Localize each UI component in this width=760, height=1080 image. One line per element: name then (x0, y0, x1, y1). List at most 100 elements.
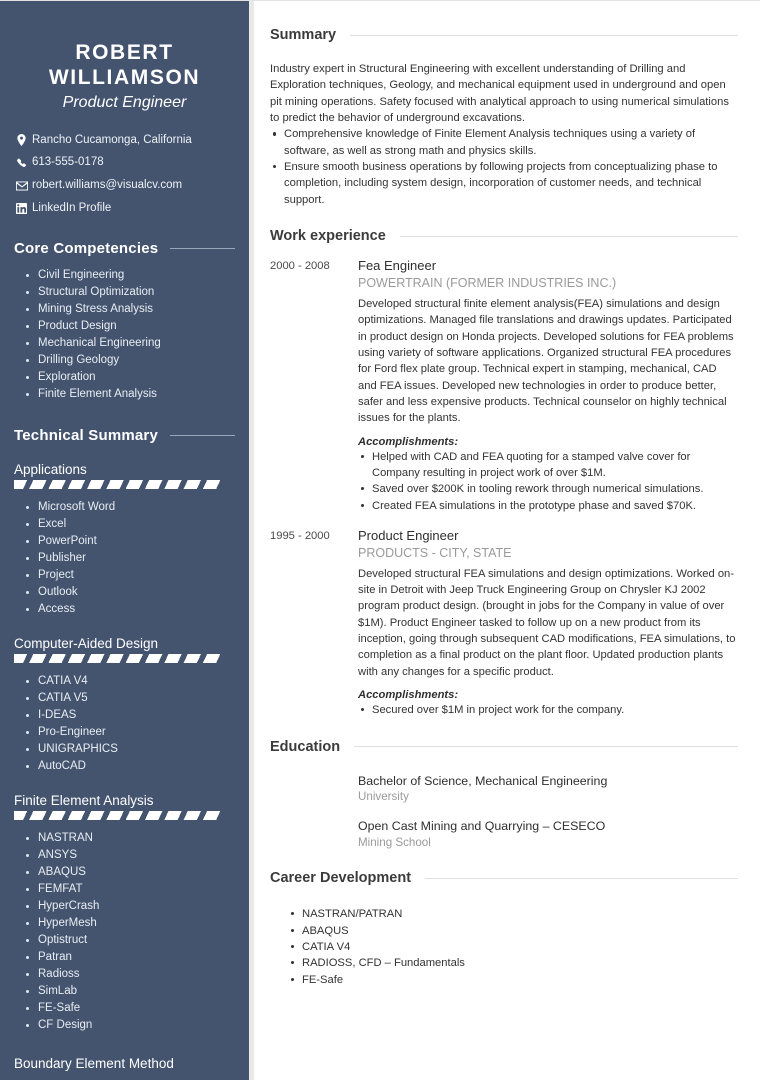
applications-list: Microsoft Word Excel PowerPoint Publishe… (14, 499, 235, 618)
list-item: CF Design (26, 1017, 235, 1034)
list-item: Radioss (26, 966, 235, 983)
education-item: Bachelor of Science, Mechanical Engineer… (358, 773, 738, 805)
contact-phone: 613-555-0178 (14, 156, 235, 170)
list-item: Civil Engineering (26, 267, 235, 284)
core-competencies-list: Civil Engineering Structural Optimizatio… (14, 267, 235, 403)
list-item: PowerPoint (26, 533, 235, 550)
education-list: Bachelor of Science, Mechanical Engineer… (270, 761, 738, 851)
contact-phone-text: 613-555-0178 (32, 156, 104, 169)
list-item: I-DEAS (26, 707, 235, 724)
job-entry: 1995 - 2000 Product Engineer PRODUCTS - … (270, 528, 738, 719)
linkedin-icon (14, 203, 29, 215)
job-company: PRODUCTS - CITY, STATE (358, 545, 512, 560)
list-item: Excel (26, 516, 235, 533)
section-heading-summary-label: Summary (270, 27, 337, 43)
list-item: HyperCrash (26, 898, 235, 915)
map-pin-icon (14, 134, 29, 147)
contact-linkedin[interactable]: LinkedIn Profile (14, 202, 235, 216)
job-detail: Fea Engineer POWERTRAIN (FORMER INDUSTRI… (356, 258, 738, 514)
job-company: POWERTRAIN (FORMER INDUSTRIES INC.) (358, 275, 617, 290)
striped-divider (14, 479, 220, 489)
education-degree: Bachelor of Science, Mechanical Engineer… (358, 773, 608, 788)
section-heading-summary: Summary (270, 27, 738, 43)
list-item: Publisher (26, 550, 235, 567)
heading-rule (354, 746, 738, 747)
list-item: SimLab (26, 983, 235, 1000)
list-item: ABAQUS (288, 923, 738, 939)
list-item: FE-Safe (26, 1000, 235, 1017)
education-school: Mining School (358, 835, 431, 849)
job-accomplishments: Helped with CAD and FEA quoting for a st… (358, 449, 738, 514)
candidate-name-line1: ROBERT (75, 41, 174, 64)
list-item: Helped with CAD and FEA quoting for a st… (358, 449, 738, 482)
accomplishments-label: Accomplishments: (358, 435, 459, 448)
skill-group-title-cad: Computer-Aided Design (14, 635, 159, 651)
sidebar: ROBERT WILLIAMSON Product Engineer Ranch… (0, 1, 249, 1080)
list-item: Optistruct (26, 932, 235, 949)
job-dates: 2000 - 2008 (270, 260, 330, 273)
job-dates: 1995 - 2000 (270, 529, 330, 542)
job-role: Product Engineer (358, 527, 459, 543)
heading-rule (350, 34, 738, 36)
sidebar-heading-core-competencies-label: Core Competencies (14, 239, 159, 257)
list-item: HyperMesh (26, 915, 235, 932)
candidate-name-line2: WILLIAMSON (48, 65, 201, 89)
resume-page: ROBERT WILLIAMSON Product Engineer Ranch… (0, 0, 760, 1080)
list-item: ANSYS (26, 847, 235, 864)
job-description: Developed structural finite element anal… (358, 297, 734, 425)
education-item: Open Cast Mining and Quarrying – CESECO … (358, 818, 738, 850)
section-heading-education-label: Education (270, 738, 341, 755)
section-heading-career-development: Career Development (270, 870, 738, 886)
education-degree: Open Cast Mining and Quarrying – CESECO (358, 818, 606, 833)
fea-list: NASTRAN ANSYS ABAQUS FEMFAT HyperCrash H… (14, 830, 235, 1034)
list-item: Mechanical Engineering (26, 335, 235, 352)
list-item: Access (26, 601, 235, 618)
list-item: CATIA V4 (26, 673, 235, 690)
section-education: Education Bachelor of Science, Mechanica… (270, 739, 738, 851)
section-career-development: Career Development NASTRAN/PATRAN ABAQUS… (270, 870, 738, 988)
contact-linkedin-text: LinkedIn Profile (32, 201, 112, 214)
job-entry: 2000 - 2008 Fea Engineer POWERTRAIN (FOR… (270, 258, 738, 514)
list-item: NASTRAN/PATRAN (288, 906, 738, 922)
section-heading-work-experience: Work experience (270, 228, 738, 244)
sidebar-heading-core-competencies: Core Competencies (14, 240, 235, 257)
job-detail: Product Engineer PRODUCTS - CITY, STATE … (356, 528, 738, 719)
accomplishments-label: Accomplishments: (358, 689, 459, 702)
list-item: Created FEA simulations in the prototype… (358, 498, 738, 514)
list-item: Pro-Engineer (26, 724, 235, 741)
striped-divider (14, 653, 220, 663)
list-item: Microsoft Word (26, 499, 235, 516)
section-work-experience: Work experience 2000 - 2008 Fea Engineer… (270, 228, 738, 718)
list-item: FEMFAT (26, 881, 235, 898)
skill-group-title-applications: Applications (14, 461, 87, 477)
list-item: ABAQUS (26, 864, 235, 881)
cad-list: CATIA V4 CATIA V5 I-DEAS Pro-Engineer UN… (14, 673, 235, 775)
section-heading-career-development-label: Career Development (270, 870, 412, 887)
job-accomplishments: Secured over $1M in project work for the… (358, 702, 738, 718)
list-item: Finite Element Analysis (26, 386, 235, 403)
list-item: Outlook (26, 584, 235, 601)
summary-bullets: Comprehensive knowledge of Finite Elemen… (270, 126, 738, 208)
list-item: FE-Safe (288, 972, 738, 988)
list-item: RADIOSS, CFD – Fundamentals (288, 955, 738, 971)
section-heading-education: Education (270, 739, 738, 755)
list-item: Ensure smooth business operations by fol… (270, 159, 738, 208)
list-item: Mining Stress Analysis (26, 301, 235, 318)
summary-body: Industry expert in Structural Engineerin… (270, 49, 738, 208)
skill-group-title-boundary-element-method: Boundary Element Method (14, 1056, 174, 1072)
envelope-icon (14, 181, 29, 191)
contact-email[interactable]: robert.williams@visualcv.com (14, 179, 235, 193)
list-item: CATIA V5 (26, 690, 235, 707)
list-item: Product Design (26, 318, 235, 335)
education-school: University (358, 790, 409, 804)
skill-group-title-fea: Finite Element Analysis (14, 793, 154, 809)
list-item: UNIGRAPHICS (26, 741, 235, 758)
list-item: Drilling Geology (26, 352, 235, 369)
heading-rule (170, 434, 235, 436)
name-block: ROBERT WILLIAMSON Product Engineer (14, 1, 235, 112)
summary-paragraph: Industry expert in Structural Engineerin… (270, 63, 729, 125)
job-role: Fea Engineer (358, 258, 437, 274)
list-item: Secured over $1M in project work for the… (358, 702, 738, 718)
list-item: CATIA V4 (288, 939, 738, 955)
phone-icon (14, 158, 29, 169)
